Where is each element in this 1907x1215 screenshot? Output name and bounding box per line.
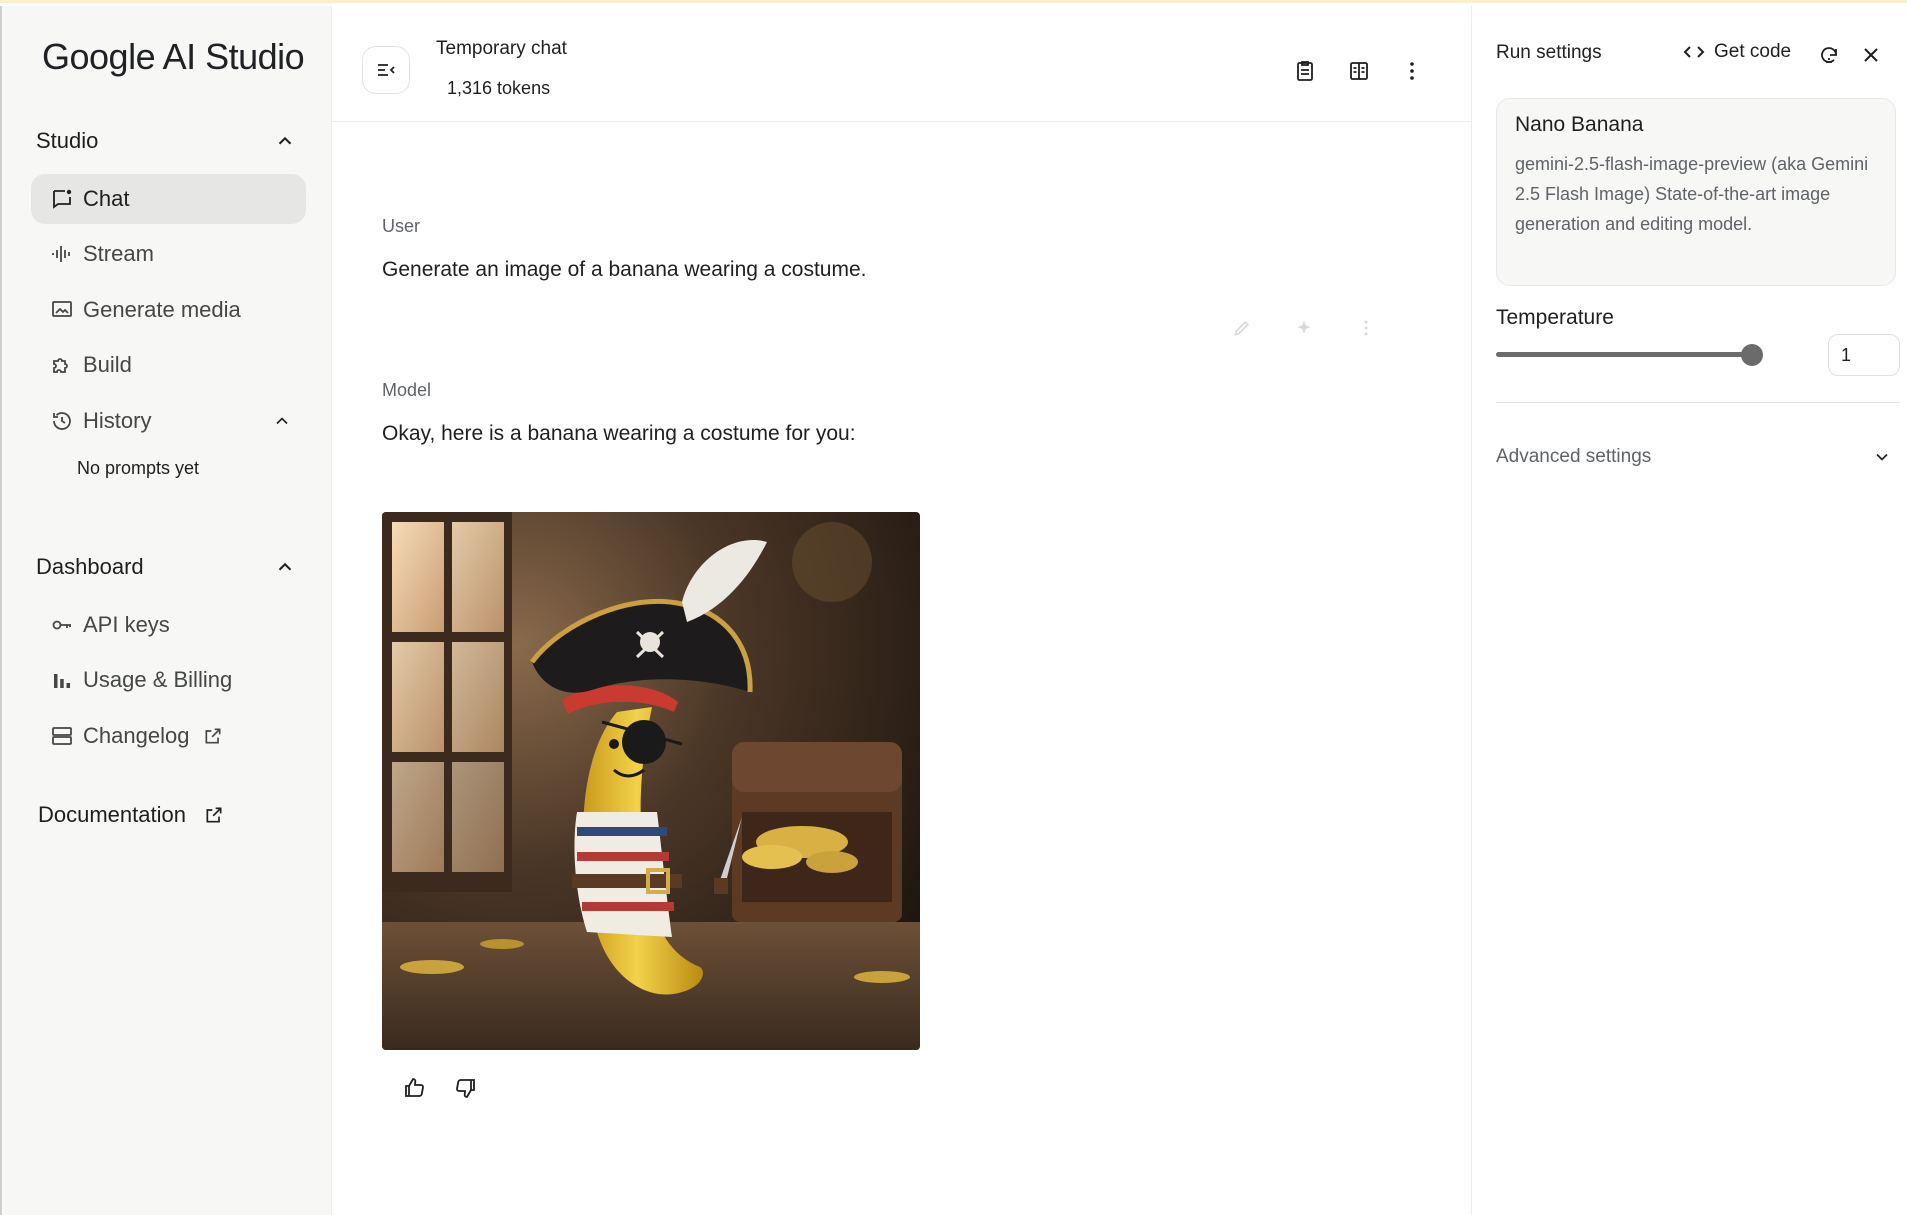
sidebar-item-usage-billing[interactable]: Usage & Billing — [31, 655, 306, 705]
dashboard-section-label: Dashboard — [36, 554, 144, 579]
temperature-slider-track[interactable] — [1496, 352, 1752, 357]
model-message: Okay, here is a banana wearing a costume… — [382, 422, 856, 445]
compare-button[interactable] — [1346, 58, 1372, 84]
studio-section-toggle[interactable]: Studio — [36, 128, 296, 154]
thumbs-up-icon — [405, 1078, 424, 1097]
puzzle-icon — [53, 358, 68, 373]
documentation-link[interactable]: Documentation — [38, 802, 224, 828]
chat-title: Temporary chat — [436, 38, 567, 59]
more-vert-icon[interactable] — [1356, 318, 1376, 338]
sidebar-item-api-keys[interactable]: API keys — [31, 600, 306, 650]
image-icon — [52, 301, 72, 317]
chat-icon — [53, 189, 72, 209]
temperature-input[interactable]: 1 — [1828, 334, 1900, 376]
sidebar-item-label: Generate media — [83, 297, 241, 322]
chevron-down-icon — [1876, 453, 1888, 461]
sidebar-item-label: Stream — [83, 241, 154, 266]
get-code-button[interactable]: Get code — [1682, 40, 1791, 64]
bar-chart-icon — [54, 674, 70, 688]
waveform-icon — [52, 246, 70, 262]
sidebar-item-label: History — [83, 408, 152, 433]
compare-icon — [1350, 62, 1368, 80]
rerun-icon[interactable] — [1294, 318, 1314, 338]
token-count: 1,316 tokens — [447, 78, 551, 98]
chevron-up-icon[interactable] — [272, 411, 292, 431]
external-link-icon — [205, 728, 221, 744]
chat-header: Temporary chat 1,316 tokens — [332, 6, 1471, 122]
more-vert-icon — [1410, 62, 1414, 80]
edit-icon[interactable] — [1232, 318, 1252, 338]
sidebar-item-build[interactable]: Build — [31, 340, 306, 390]
dashboard-section-toggle[interactable]: Dashboard — [36, 554, 296, 580]
divider — [1496, 402, 1900, 403]
changelog-icon — [52, 727, 72, 745]
reset-icon — [1821, 47, 1837, 63]
model-role-label: Model — [382, 380, 432, 400]
studio-section-label: Studio — [36, 128, 99, 153]
app-window: Google AI Studio Studio Chat Stream Gene… — [0, 6, 1907, 1215]
generated-image[interactable] — [382, 512, 920, 1050]
advanced-settings-toggle[interactable]: Advanced settings — [1496, 446, 1892, 468]
external-link-icon — [206, 807, 222, 823]
model-selector[interactable]: Nano Banana gemini-2.5-flash-image-previ… — [1496, 98, 1896, 286]
key-icon — [52, 620, 71, 630]
more-options-button[interactable] — [1399, 58, 1425, 84]
chevron-up-icon — [278, 136, 292, 145]
chevron-up-icon — [278, 562, 292, 571]
run-settings-title: Run settings — [1496, 42, 1602, 63]
temperature-label: Temperature — [1496, 306, 1614, 329]
documentation-label: Documentation — [38, 802, 186, 827]
chat-area: Temporary chat 1,316 tokens User Generat… — [332, 6, 1472, 1215]
clipboard-button[interactable] — [1292, 58, 1318, 84]
sidebar-item-label: API keys — [83, 612, 170, 637]
thumbs-up-button[interactable] — [400, 1074, 428, 1102]
temperature-slider-thumb[interactable] — [1741, 344, 1763, 366]
sidebar: Google AI Studio Studio Chat Stream Gene… — [2, 6, 332, 1215]
app-logo[interactable]: Google AI Studio — [42, 36, 305, 78]
sidebar-item-label: Usage & Billing — [83, 667, 233, 692]
history-empty-text: No prompts yet — [77, 458, 200, 478]
thumbs-down-button[interactable] — [452, 1074, 480, 1102]
sidebar-item-chat[interactable]: Chat — [31, 174, 306, 224]
thumbs-down-icon — [456, 1079, 475, 1098]
toggle-sidebar-button[interactable] — [362, 46, 410, 94]
message-actions — [1232, 318, 1376, 338]
close-icon — [1864, 48, 1878, 62]
run-settings-panel: Run settings Get code Nano Banana gemini… — [1472, 6, 1907, 1215]
sidebar-item-label: Build — [83, 352, 132, 377]
sidebar-item-stream[interactable]: Stream — [31, 229, 306, 279]
get-code-label: Get code — [1714, 41, 1792, 62]
user-role-label: User — [382, 216, 421, 236]
model-description: gemini-2.5-flash-image-preview (aka Gemi… — [1515, 154, 1869, 234]
user-message: Generate an image of a banana wearing a … — [382, 258, 867, 281]
history-icon — [53, 412, 71, 430]
model-name: Nano Banana — [1515, 113, 1644, 136]
sidebar-item-history[interactable]: History — [31, 396, 306, 446]
close-panel-button[interactable] — [1858, 42, 1884, 68]
sidebar-item-label: Chat — [83, 186, 130, 211]
sidebar-item-generate-media[interactable]: Generate media — [31, 285, 306, 335]
advanced-settings-label: Advanced settings — [1496, 446, 1652, 467]
code-icon — [1683, 46, 1705, 58]
sidebar-item-changelog[interactable]: Changelog — [31, 711, 306, 761]
menu-collapse-icon — [378, 64, 395, 76]
clipboard-icon — [1297, 61, 1313, 81]
sidebar-item-label: Changelog — [83, 723, 190, 748]
reset-settings-button[interactable] — [1816, 42, 1842, 68]
